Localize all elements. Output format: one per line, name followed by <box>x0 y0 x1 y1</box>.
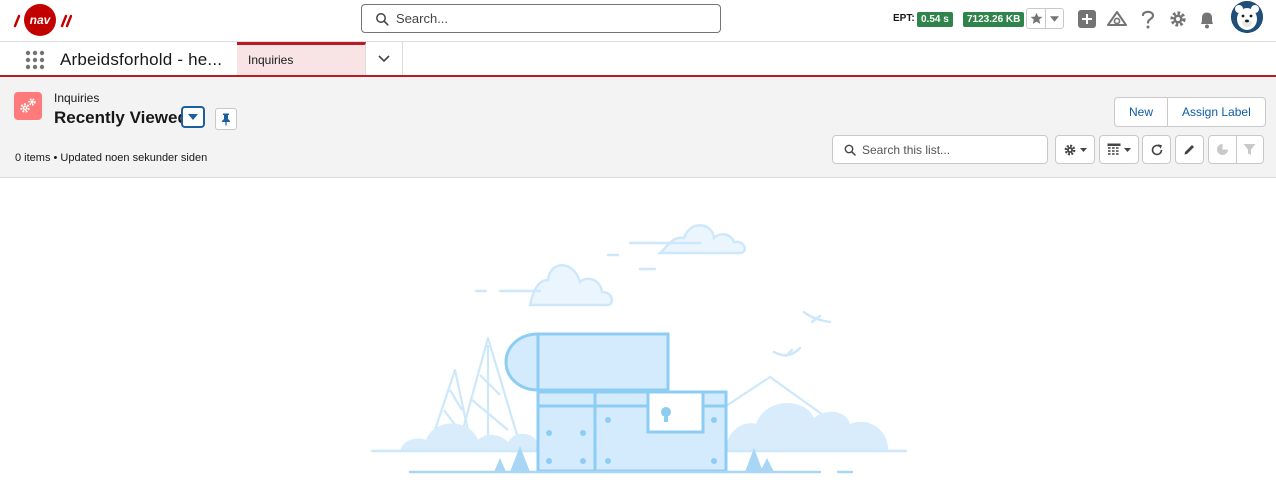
notifications-button[interactable] <box>1196 8 1218 30</box>
add-icon <box>1078 10 1096 28</box>
table-icon <box>1107 143 1121 155</box>
star-icon <box>1030 12 1043 24</box>
pin-list-view-button[interactable] <box>215 108 237 130</box>
help-icon <box>1141 10 1155 29</box>
list-view-header: Inquiries Recently Viewed 0 items • Upda… <box>0 77 1276 178</box>
list-view-switcher-button[interactable] <box>181 106 205 128</box>
inline-edit-button[interactable] <box>1175 135 1204 164</box>
chevron-down-icon <box>378 54 390 62</box>
help-button[interactable] <box>1137 8 1159 30</box>
chevron-down-icon <box>1080 147 1087 152</box>
chart-filter-group <box>1208 135 1264 164</box>
list-view-status: 0 items • Updated noen sekunder siden <box>15 152 208 164</box>
nav-tab-label: Inquiries <box>248 53 294 67</box>
treasure-chest-icon <box>504 332 728 473</box>
trailhead-icon <box>1107 11 1127 26</box>
object-icon <box>14 92 42 120</box>
chart-icon <box>1216 144 1228 155</box>
chevron-down-icon <box>1050 15 1060 22</box>
chevron-down-icon <box>188 114 198 120</box>
list-search[interactable] <box>832 135 1048 164</box>
global-search[interactable] <box>361 4 721 33</box>
new-button[interactable]: New <box>1115 98 1168 126</box>
nav-tab-menu-button[interactable] <box>366 42 403 75</box>
filters-button[interactable] <box>1235 136 1263 163</box>
guidance-center-button[interactable] <box>1106 8 1128 30</box>
favorites-group <box>1026 8 1064 29</box>
favorite-star-button[interactable] <box>1027 9 1047 28</box>
filter-icon <box>1243 144 1256 155</box>
bell-icon <box>1201 12 1213 28</box>
setup-button[interactable] <box>1167 8 1189 30</box>
list-view-title: Recently Viewed <box>54 108 188 127</box>
app-navigation-bar: Arbeidsforhold - he... Inquiries <box>0 42 1276 77</box>
global-header: nav EPT: 0.54 s 7123.26 KB <box>0 0 1276 42</box>
gears-icon <box>20 98 36 113</box>
avatar <box>1231 1 1263 33</box>
svg-text:nav: nav <box>30 13 52 27</box>
nav-tab-inquiries[interactable]: Inquiries <box>237 42 366 75</box>
search-icon <box>844 144 856 156</box>
show-charts-button[interactable] <box>1209 136 1236 163</box>
favorites-menu-button[interactable] <box>1046 9 1063 28</box>
user-avatar[interactable] <box>1231 1 1263 33</box>
memory-badge: 7123.26 KB <box>963 12 1025 27</box>
app-launcher-button[interactable] <box>25 50 45 70</box>
chevron-down-icon <box>1124 147 1131 152</box>
app-launcher-icon <box>25 50 45 70</box>
assign-label-button[interactable]: Assign Label <box>1167 98 1265 126</box>
list-actions-group: New Assign Label <box>1114 97 1266 127</box>
gear-icon <box>1064 144 1076 155</box>
object-label: Inquiries <box>54 91 100 105</box>
empty-state-illustration <box>370 224 908 474</box>
search-icon <box>376 13 389 26</box>
display-as-button[interactable] <box>1099 135 1139 164</box>
app-name: Arbeidsforhold - he... <box>60 50 223 69</box>
ept-value-badge: 0.54 s <box>917 12 953 27</box>
refresh-icon <box>1151 143 1162 155</box>
edit-icon <box>1184 145 1194 155</box>
nav-logo[interactable]: nav <box>12 2 73 38</box>
ept-label: EPT: <box>893 13 915 24</box>
global-search-input[interactable] <box>396 7 706 30</box>
list-search-input[interactable] <box>862 139 1042 161</box>
gear-icon <box>1170 11 1186 27</box>
pin-icon <box>222 113 230 125</box>
refresh-button[interactable] <box>1142 135 1171 164</box>
list-view-controls-button[interactable] <box>1055 135 1095 164</box>
global-actions-button[interactable] <box>1076 8 1098 30</box>
